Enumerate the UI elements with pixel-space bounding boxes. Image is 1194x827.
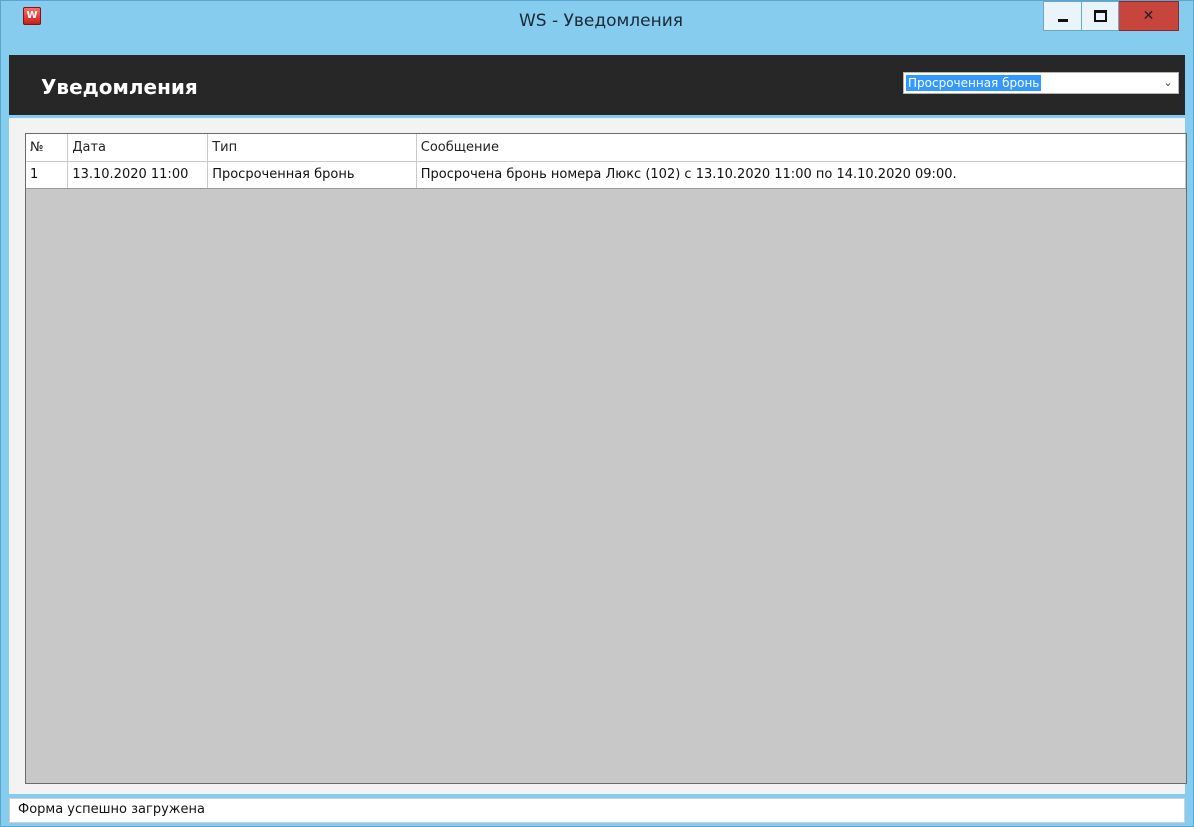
page-header: Уведомления Просроченная бронь ⌄ (9, 55, 1185, 115)
main-content: № Дата Тип Сообщение 1 13.10.2020 11:00 … (9, 118, 1187, 794)
cell-date[interactable]: 13.10.2020 11:00 (67, 160, 209, 189)
title-bar[interactable]: W WS - Уведомления ✕ (1, 1, 1193, 51)
page-title: Уведомления (41, 75, 198, 99)
header-row: № Дата Тип Сообщение (26, 134, 1186, 162)
table-row[interactable]: 1 13.10.2020 11:00 Просроченная бронь Пр… (26, 160, 1186, 189)
cell-type[interactable]: Просроченная бронь (207, 160, 417, 189)
notification-type-select[interactable]: Просроченная бронь ⌄ (903, 72, 1179, 94)
close-button[interactable]: ✕ (1119, 1, 1179, 31)
minimize-button[interactable] (1043, 1, 1081, 31)
window-controls: ✕ (1043, 1, 1179, 31)
cell-message[interactable]: Просрочена бронь номера Люкс (102) с 13.… (415, 160, 1186, 189)
status-text: Форма успешно загружена (18, 802, 205, 817)
column-header-date[interactable]: Дата (67, 134, 209, 162)
notifications-grid[interactable]: № Дата Тип Сообщение 1 13.10.2020 11:00 … (25, 133, 1187, 784)
chevron-down-icon[interactable]: ⌄ (1161, 74, 1175, 92)
select-value: Просроченная бронь (906, 75, 1042, 91)
status-bar: Форма успешно загружена (9, 798, 1185, 823)
window-title: WS - Уведомления (518, 11, 684, 31)
application-window: W WS - Уведомления ✕ Уведомления Просроч… (0, 0, 1194, 827)
close-icon: ✕ (1142, 8, 1155, 24)
cell-number[interactable]: 1 (26, 160, 69, 189)
minimize-icon (1057, 18, 1068, 22)
maximize-button[interactable] (1081, 1, 1119, 31)
notifications-table: № Дата Тип Сообщение 1 13.10.2020 11:00 … (26, 134, 1186, 189)
column-header-message[interactable]: Сообщение (415, 134, 1186, 162)
column-header-type[interactable]: Тип (207, 134, 417, 162)
column-header-number[interactable]: № (26, 134, 69, 162)
maximize-icon (1093, 10, 1107, 22)
